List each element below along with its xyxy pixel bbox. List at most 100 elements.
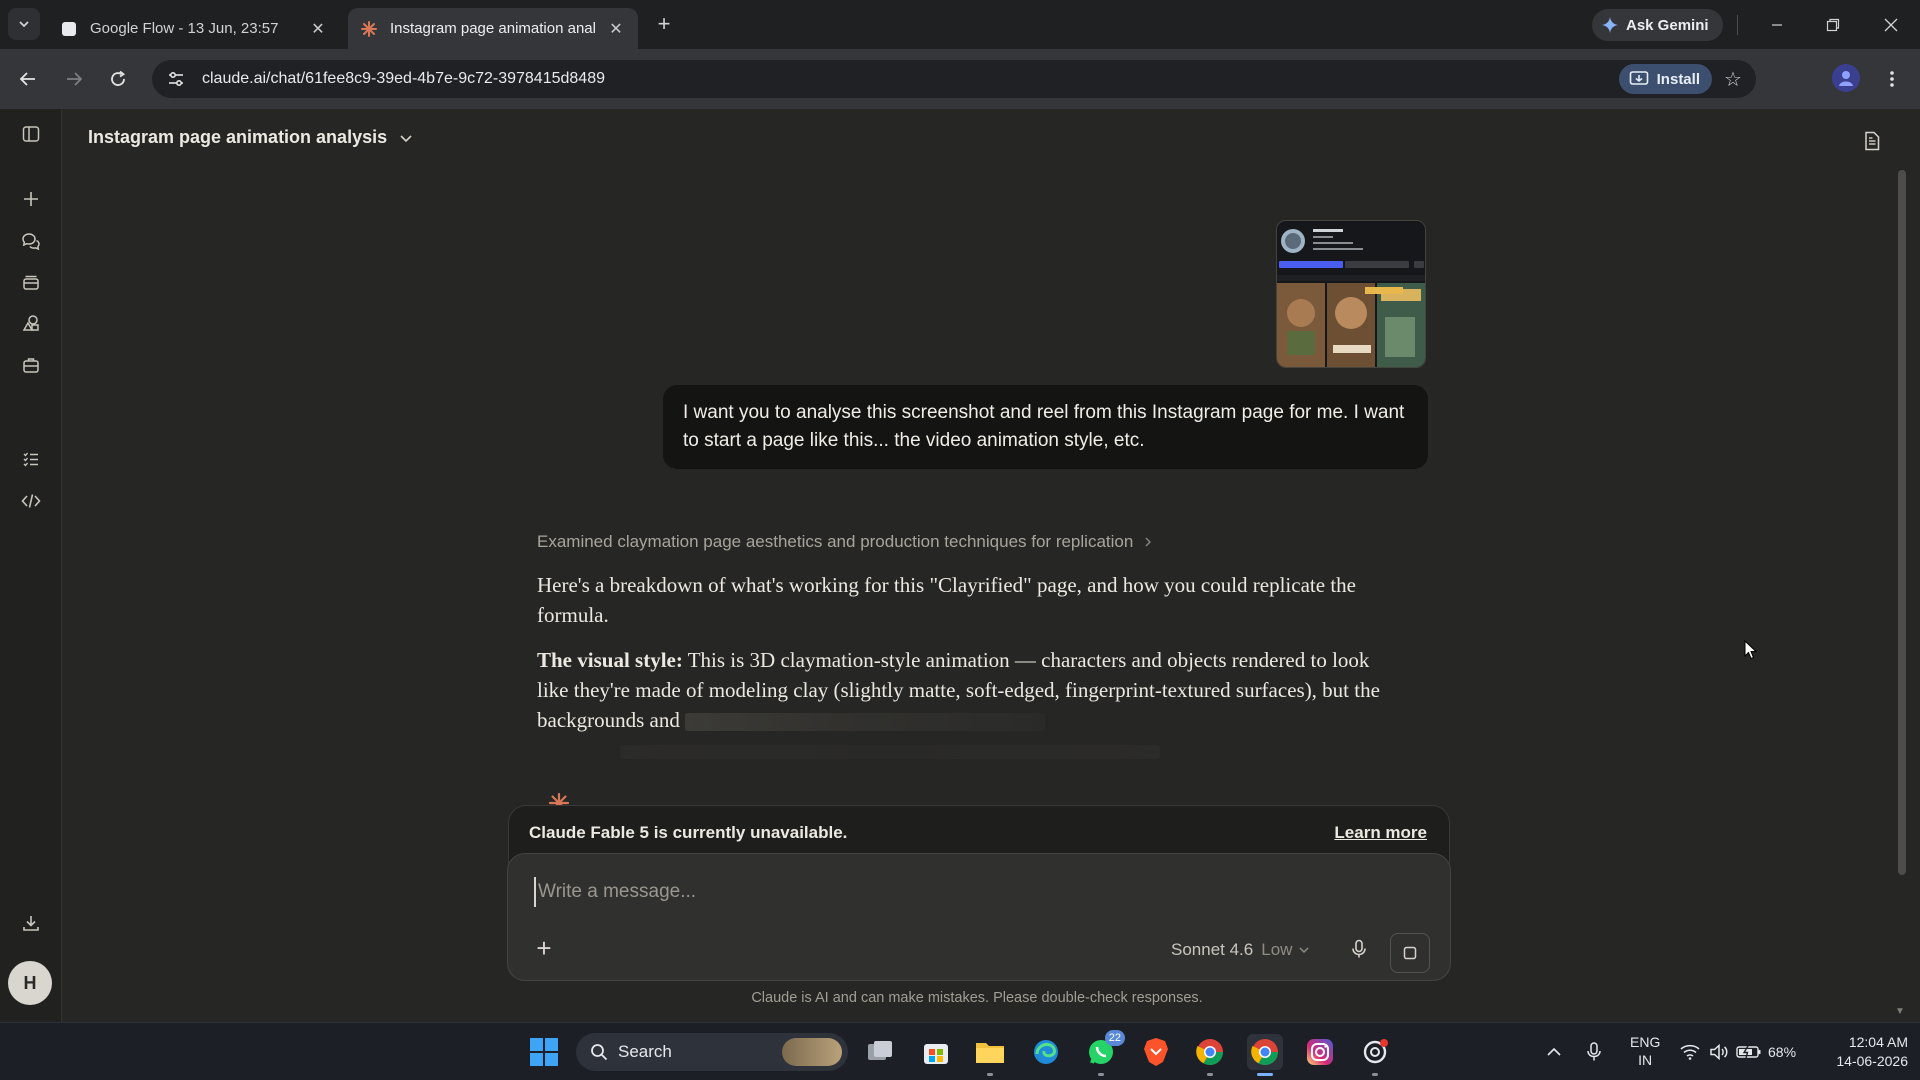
- chats-button[interactable]: [16, 226, 46, 256]
- microphone-icon: [1587, 1042, 1601, 1061]
- store-icon: [924, 1044, 948, 1064]
- streaming-text-placeholder: [620, 745, 1160, 759]
- restore-icon: [1826, 18, 1840, 32]
- projects-button[interactable]: [16, 267, 46, 297]
- show-hidden-icons-button[interactable]: [1536, 1034, 1572, 1070]
- ask-gemini-button[interactable]: Ask Gemini: [1592, 9, 1723, 41]
- download-icon: [23, 916, 39, 931]
- chrome-profile-app[interactable]: [1192, 1034, 1228, 1076]
- reload-button[interactable]: [104, 65, 132, 93]
- artifacts-button[interactable]: [16, 308, 46, 338]
- windows-taskbar: Search 22 ENG IN 68% 12:04 AM 14-06-2026: [0, 1022, 1920, 1080]
- file-explorer-app[interactable]: [972, 1034, 1008, 1076]
- model-selector[interactable]: Sonnet 4.6 Low: [1171, 940, 1310, 960]
- model-name: Sonnet 4.6: [1171, 940, 1254, 959]
- chat-scrollbar[interactable]: [1898, 170, 1906, 875]
- banner-message: Claude Fable 5 is currently unavailable.: [529, 823, 848, 842]
- running-indicator: [1098, 1073, 1104, 1076]
- ask-gemini-label: Ask Gemini: [1626, 16, 1709, 34]
- tab-title: Google Flow - 13 Jun, 23:57: [90, 20, 279, 37]
- site-info-button[interactable]: [158, 60, 194, 98]
- avatar-icon: [1839, 71, 1853, 86]
- start-button[interactable]: [526, 1034, 562, 1070]
- back-button[interactable]: [14, 65, 42, 93]
- tab-instagram-analysis[interactable]: Instagram page animation anal ✕: [348, 8, 638, 49]
- battery-tray[interactable]: 68%: [1736, 1023, 1796, 1080]
- microphone-tray-icon[interactable]: [1576, 1034, 1612, 1070]
- scroll-down-arrow-icon[interactable]: ▼: [1895, 1006, 1905, 1017]
- back-arrow-icon: [19, 72, 35, 86]
- code-button[interactable]: [16, 486, 46, 516]
- voice-mode-button[interactable]: [1390, 933, 1430, 973]
- speaker-icon: [1710, 1044, 1728, 1060]
- tools-button[interactable]: [16, 350, 46, 380]
- brave-lion-icon: [1144, 1038, 1168, 1066]
- user-message: I want you to analyse this screenshot an…: [663, 385, 1428, 469]
- chrome-icon: [1251, 1039, 1279, 1066]
- close-window-button[interactable]: [1876, 10, 1906, 40]
- clock-time: 12:04 AM: [1848, 1034, 1908, 1050]
- response-paragraph: The visual style: This is 3D claymation-…: [537, 645, 1397, 735]
- clock-date: 14-06-2026: [1836, 1053, 1908, 1069]
- learn-more-link[interactable]: Learn more: [1334, 823, 1427, 843]
- chevron-down-icon: [400, 134, 412, 142]
- new-chat-button[interactable]: [16, 184, 46, 214]
- microphone-icon: [1352, 939, 1366, 958]
- message-input[interactable]: [534, 877, 1134, 907]
- tasks-button[interactable]: [16, 444, 46, 474]
- close-tab-icon[interactable]: ✕: [606, 19, 626, 39]
- dictation-button[interactable]: [1344, 934, 1374, 964]
- new-tab-button[interactable]: +: [652, 11, 676, 36]
- volume-tray-icon[interactable]: [1702, 1034, 1738, 1070]
- profile-avatar[interactable]: [1832, 64, 1860, 92]
- attached-image-thumbnail[interactable]: [1276, 220, 1426, 368]
- forward-arrow-icon: [67, 72, 83, 86]
- sidebar: H: [0, 109, 62, 1022]
- tab-google-flow[interactable]: Google Flow - 13 Jun, 23:57 ✕: [48, 8, 340, 49]
- instagram-screenshot-image: [1277, 221, 1425, 367]
- claude-app: H Instagram page animation analysis I wa…: [0, 109, 1920, 1022]
- browser-tab-strip: Google Flow - 13 Jun, 23:57 ✕ Instagram …: [0, 0, 1920, 49]
- toggle-sidebar-button[interactable]: [16, 119, 46, 149]
- microsoft-store-app[interactable]: [918, 1034, 954, 1070]
- restore-button[interactable]: [1818, 10, 1848, 40]
- forward-button[interactable]: [60, 65, 88, 93]
- taskbar-search[interactable]: Search: [576, 1033, 848, 1071]
- running-indicator: [987, 1073, 993, 1076]
- browser-toolbar: claude.ai/chat/61fee8c9-39ed-4b7e-9c72-3…: [0, 49, 1920, 109]
- task-view-button[interactable]: [862, 1034, 898, 1070]
- tune-icon: [169, 71, 183, 87]
- bookmark-star-icon[interactable]: ☆: [1720, 66, 1746, 92]
- download-app-button[interactable]: [16, 908, 46, 938]
- tab-search-button[interactable]: [8, 8, 40, 40]
- system-clock[interactable]: 12:04 AM 14-06-2026: [1812, 1033, 1908, 1071]
- chat-bubbles-icon: [22, 233, 40, 251]
- openai-icon: [1363, 1039, 1388, 1064]
- effort-level: Low: [1261, 940, 1293, 959]
- minimize-button[interactable]: [1762, 10, 1792, 40]
- address-bar[interactable]: claude.ai/chat/61fee8c9-39ed-4b7e-9c72-3…: [152, 60, 1756, 98]
- sidebar-icon: [22, 126, 40, 142]
- streaming-text-placeholder: [685, 713, 1046, 732]
- stop-square-icon: [1403, 946, 1417, 960]
- search-highlight-image: [782, 1038, 842, 1066]
- gemini-sparkle-icon: [1602, 17, 1618, 33]
- whatsapp-app[interactable]: 22: [1083, 1030, 1125, 1076]
- browser-menu-button[interactable]: [1880, 65, 1904, 93]
- chatgpt-app[interactable]: [1357, 1034, 1393, 1076]
- chat-title-button[interactable]: Instagram page animation analysis: [88, 127, 413, 148]
- thinking-summary-toggle[interactable]: Examined claymation page aesthetics and …: [537, 532, 1153, 552]
- add-attachment-button[interactable]: +: [528, 932, 560, 964]
- install-app-button[interactable]: Install: [1618, 64, 1712, 94]
- brave-app[interactable]: [1138, 1034, 1174, 1070]
- folder-stack-icon: [23, 275, 39, 290]
- close-tab-icon[interactable]: ✕: [308, 19, 328, 39]
- edge-app[interactable]: [1028, 1034, 1064, 1070]
- chrome-app-active[interactable]: [1247, 1034, 1283, 1076]
- notification-badge: 22: [1104, 1030, 1125, 1046]
- install-icon: [1629, 71, 1648, 85]
- language-indicator[interactable]: ENG IN: [1630, 1033, 1660, 1069]
- install-label: Install: [1656, 70, 1700, 88]
- artifact-panel-button[interactable]: [1858, 127, 1886, 155]
- instagram-app[interactable]: [1302, 1034, 1338, 1070]
